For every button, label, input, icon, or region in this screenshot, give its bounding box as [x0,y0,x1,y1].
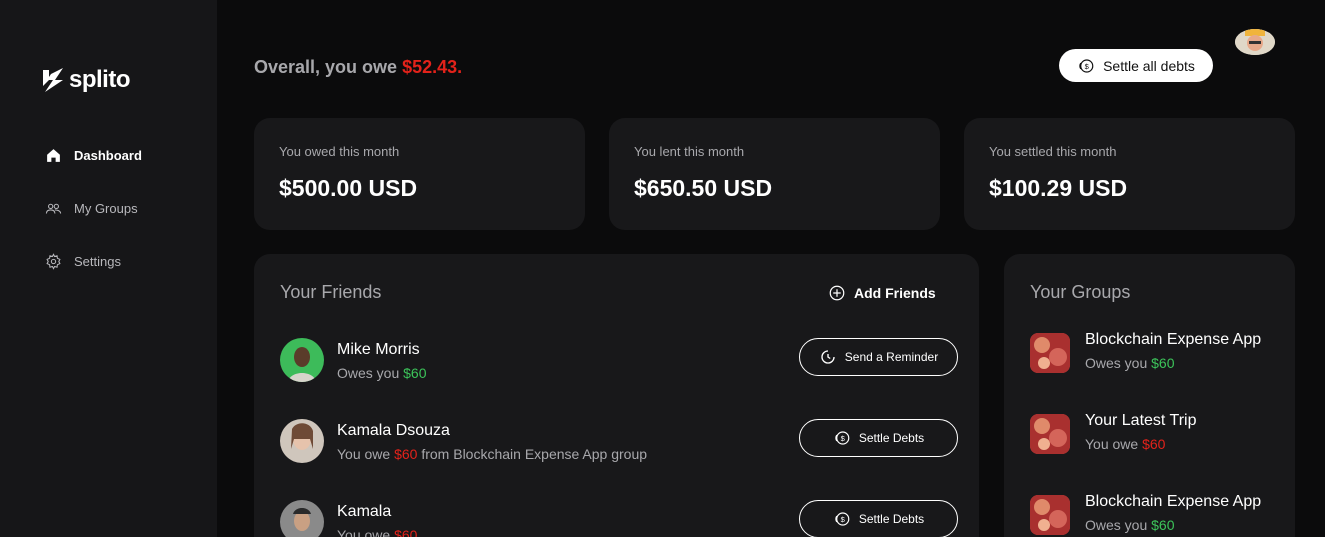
svg-text:$: $ [840,515,845,524]
stat-label: You owed this month [279,144,400,159]
stat-value: $650.50 USD [634,175,773,201]
sidebar-item-label: Settings [74,254,121,269]
stat-label: You lent this month [634,144,745,159]
sidebar-item-my-groups[interactable]: My Groups [45,200,138,217]
friend-row[interactable]: Kamala Dsouza You owe $60 from Blockchai… [280,419,958,479]
svg-text:$: $ [1085,62,1090,71]
avatar-image [280,419,324,463]
stat-value: $500.00 USD [279,175,418,201]
group-row[interactable]: Your Latest Trip You owe $60 [1030,412,1280,474]
amount: $60 [1151,517,1175,533]
settle-all-debts-button[interactable]: $ Settle all debts [1059,49,1213,82]
users-icon [45,203,62,214]
friend-balance: Owes you $60 [337,365,427,381]
coins-icon: $ [1079,58,1094,73]
friend-balance: You owe $60 from Blockchain Expense App … [337,446,648,462]
amount: $60 [1151,355,1175,371]
group-balance: Owes you $60 [1085,517,1175,533]
friend-row[interactable]: Kamala You owe $60 $ Settle Debts [280,500,958,537]
group-image [1030,414,1070,454]
stat-label: You settled this month [989,144,1117,159]
sidebar: splito Dashboard My Groups Settings [0,0,217,537]
avatar [280,338,324,382]
amount: $60 [394,446,418,462]
friends-title: Your Friends [280,282,382,302]
sidebar-item-settings[interactable]: Settings [45,253,121,270]
overall-balance: Overall, you owe $52.43. [254,57,462,78]
friend-name: Mike Morris [337,341,420,358]
button-label: Settle Debts [858,431,925,445]
settle-debts-button[interactable]: $ Settle Debts [799,419,958,457]
amount: $60 [403,365,427,381]
add-friends-button[interactable]: Add Friends [828,284,936,302]
app-name: splito [69,66,131,93]
avatar [280,500,324,537]
groups-title: Your Groups [1030,282,1131,302]
sidebar-item-label: Dashboard [74,148,142,163]
avatar-image [280,338,324,382]
sidebar-item-label: My Groups [74,201,138,216]
send-reminder-button[interactable]: Send a Reminder [799,338,958,376]
user-avatar-image [1235,29,1275,55]
group-name: Blockchain Expense App [1085,493,1262,510]
stat-card-lent: You lent this month $650.50 USD [609,118,940,230]
group-name: Blockchain Expense App [1085,331,1262,348]
group-row[interactable]: Blockchain Expense App Owes you $60 [1030,493,1280,537]
group-thumbnail [1030,495,1070,535]
gear-icon [46,253,61,270]
settle-debts-button[interactable]: $ Settle Debts [799,500,958,537]
amount: $60 [1142,436,1166,452]
sidebar-item-dashboard[interactable]: Dashboard [45,147,142,164]
coins-icon: $ [835,431,850,445]
stat-card-owed: You owed this month $500.00 USD [254,118,585,230]
button-label: Settle Debts [858,512,925,526]
splito-logo-icon [43,68,63,92]
group-balance: You owe $60 [1085,436,1166,452]
coins-icon: $ [835,512,850,526]
add-friends-label: Add Friends [854,285,936,301]
app-logo[interactable]: splito [41,66,131,94]
stat-value: $100.29 USD [989,175,1128,201]
svg-text:$: $ [840,434,845,443]
friend-name: Kamala [337,503,392,520]
amount: $60 [394,527,418,537]
groups-panel: Your Groups Blockchain Expense App Owes … [1004,254,1295,537]
plus-circle-icon [829,285,845,301]
main-content: Overall, you owe $52.43. $ Settle all de… [217,0,1325,537]
settle-all-label: Settle all debts [1103,57,1195,74]
group-balance: Owes you $60 [1085,355,1175,371]
friend-row[interactable]: Mike Morris Owes you $60 Send a Reminder [280,338,958,398]
group-image [1030,495,1070,535]
group-image [1030,333,1070,373]
group-name: Your Latest Trip [1085,412,1197,429]
group-row[interactable]: Blockchain Expense App Owes you $60 [1030,331,1280,393]
avatar [280,419,324,463]
clock-icon [821,350,835,364]
stat-card-settled: You settled this month $100.29 USD [964,118,1295,230]
user-avatar[interactable] [1235,29,1275,55]
avatar-image [280,500,324,537]
friends-panel: Your Friends Add Friends Mike Morris Owe… [254,254,979,537]
button-label: Send a Reminder [844,350,939,364]
group-thumbnail [1030,414,1070,454]
group-thumbnail [1030,333,1070,373]
friend-name: Kamala Dsouza [337,422,450,439]
friend-balance: You owe $60 [337,527,417,537]
overall-prefix: Overall, you owe [254,57,403,77]
overall-amount: $52.43. [402,57,463,77]
home-icon [47,149,60,162]
